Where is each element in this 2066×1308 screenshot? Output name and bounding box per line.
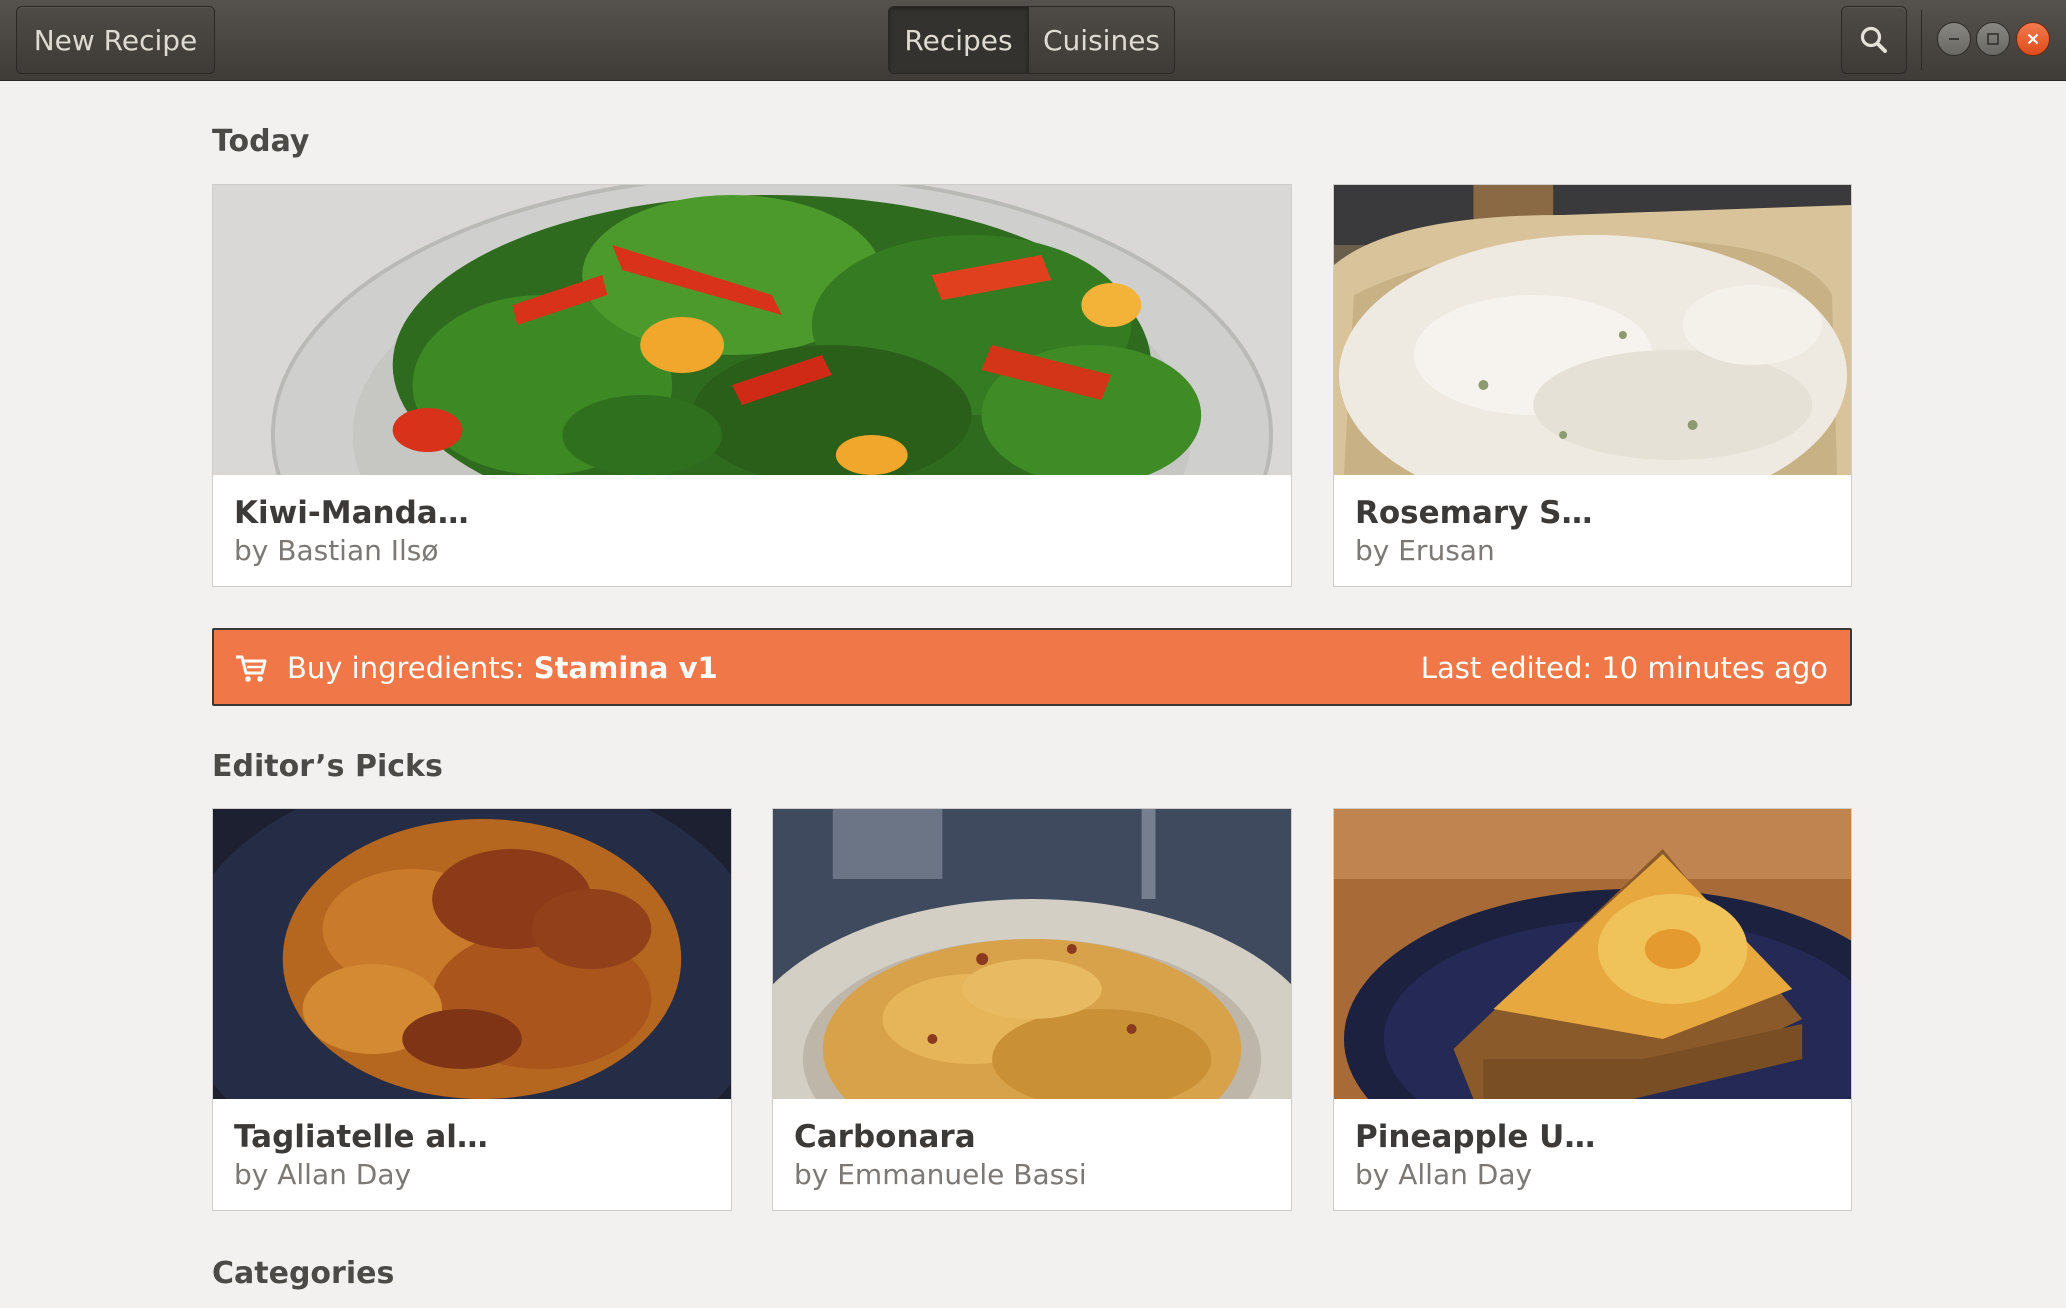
tab-cuisines-label: Cuisines <box>1043 23 1161 57</box>
recipe-card[interactable]: Pineapple U… by Allan Day <box>1333 808 1852 1211</box>
search-icon <box>1860 26 1887 53</box>
close-icon <box>2027 33 2039 45</box>
recipe-author: by Bastian Ilsø <box>234 534 439 567</box>
recipe-image-salad <box>213 185 1291 475</box>
recipe-card[interactable]: Carbonara by Emmanuele Bassi <box>772 808 1292 1211</box>
section-title-editors-picks: Editor’s Picks <box>212 749 443 784</box>
recipe-title: Tagliatelle al… <box>234 1119 488 1155</box>
buy-ingredients-text: Buy ingredients: Stamina v1 <box>287 651 718 685</box>
recipe-author: by Erusan <box>1355 534 1495 567</box>
header-separator <box>1921 10 1922 70</box>
search-button[interactable] <box>1841 6 1907 74</box>
close-button[interactable] <box>2016 22 2050 56</box>
shopping-list-name: Stamina v1 <box>533 651 718 685</box>
minimize-button[interactable] <box>1937 22 1971 56</box>
minimize-icon <box>1949 38 1959 40</box>
recipe-title: Pineapple U… <box>1355 1119 1596 1155</box>
recipe-title: Carbonara <box>794 1119 976 1155</box>
tab-recipes-label: Recipes <box>904 23 1013 57</box>
recipe-author: by Emmanuele Bassi <box>794 1158 1087 1191</box>
recipe-title: Rosemary S… <box>1355 495 1593 531</box>
tab-recipes[interactable]: Recipes <box>889 7 1029 73</box>
tab-cuisines[interactable]: Cuisines <box>1028 7 1174 73</box>
recipe-author: by Allan Day <box>234 1158 412 1191</box>
header-bar: New Recipe Recipes Cuisines <box>0 0 2066 81</box>
recipe-image-pineapple <box>1334 809 1851 1099</box>
shopping-list-banner[interactable]: Buy ingredients: Stamina v1 Last edited:… <box>212 628 1852 706</box>
new-recipe-button[interactable]: New Recipe <box>16 6 215 74</box>
section-title-today: Today <box>212 124 310 159</box>
recipe-image-carbonara <box>773 809 1291 1099</box>
maximize-icon <box>1987 33 1999 45</box>
recipe-card[interactable]: Rosemary S… by Erusan <box>1333 184 1852 587</box>
view-switcher: Recipes Cuisines <box>888 6 1175 74</box>
maximize-button[interactable] <box>1976 22 2010 56</box>
last-edited-text: Last edited: 10 minutes ago <box>1420 651 1828 685</box>
recipe-card[interactable]: Kiwi-Manda… by Bastian Ilsø <box>212 184 1292 587</box>
recipe-author: by Allan Day <box>1355 1158 1533 1191</box>
recipe-image-rosemary <box>1334 185 1851 475</box>
section-title-categories: Categories <box>212 1256 395 1291</box>
recipe-image-tagliatelle <box>213 809 731 1099</box>
new-recipe-label: New Recipe <box>33 23 198 57</box>
cart-icon <box>236 655 267 682</box>
buy-ingredients-prefix: Buy ingredients: <box>287 651 534 685</box>
recipe-card[interactable]: Tagliatelle al… by Allan Day <box>212 808 732 1211</box>
recipe-title: Kiwi-Manda… <box>234 495 469 531</box>
